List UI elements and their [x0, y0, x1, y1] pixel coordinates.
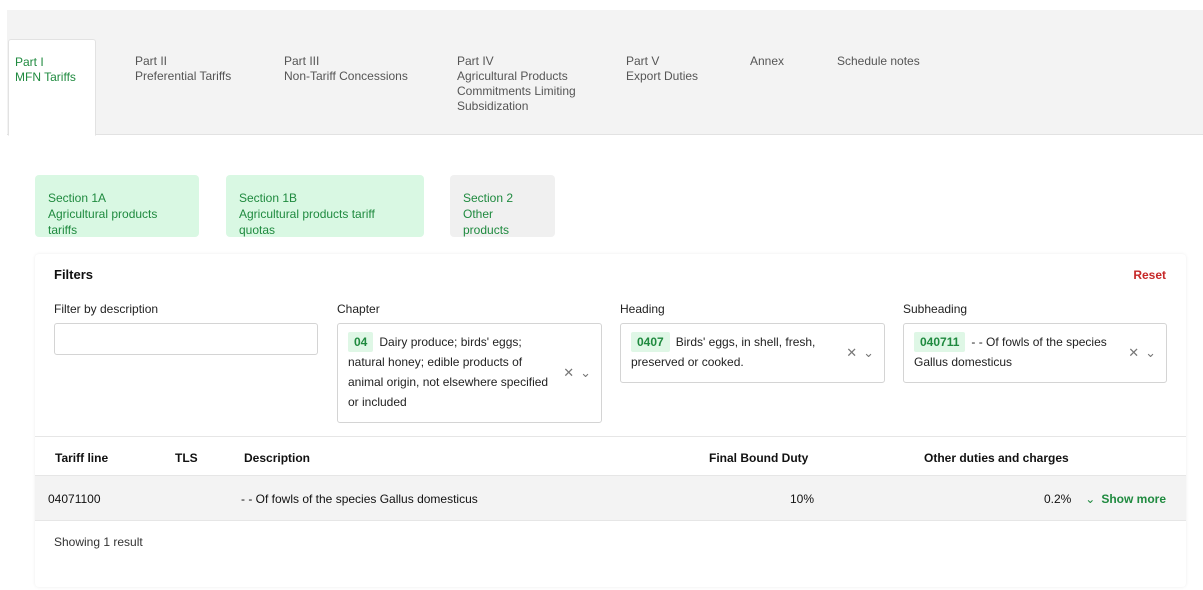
section-label-line2: Agricultural products tariff quotas — [239, 207, 375, 237]
chapter-select[interactable]: 04 Dairy produce; birds' eggs; natural ho… — [337, 323, 602, 423]
tab-label-line2: Preferential Tariffs — [135, 69, 232, 83]
subheading-select[interactable]: 040711- - Of fowls of the species Gallus… — [903, 323, 1167, 383]
section-label-line1: Section 1A — [48, 191, 107, 205]
col-header-final-bound-duty: Final Bound Duty — [709, 451, 809, 465]
tab-label-line1: Annex — [750, 54, 785, 68]
tab-label-line2: MFN Tariffs — [15, 70, 76, 84]
clear-icon[interactable]: ✕ — [1128, 345, 1139, 360]
col-header-description: Description — [244, 451, 311, 465]
section-label-line2: Other products — [463, 207, 510, 237]
tab-part-v[interactable]: Part V Export Duties — [626, 54, 698, 84]
clear-icon[interactable]: ✕ — [846, 345, 857, 360]
section-1a-button[interactable]: Section 1A Agricultural products tariffs — [35, 175, 199, 237]
clear-icon[interactable]: ✕ — [563, 365, 574, 380]
show-more-button[interactable]: ⌄ Show more — [1085, 492, 1166, 506]
tab-part-iv[interactable]: Part IV Agricultural Products Commitment… — [457, 54, 576, 114]
tab-label-line1: Part I — [15, 55, 44, 69]
table-row[interactable]: 04071100 - - Of fowls of the species Gal… — [35, 476, 1186, 521]
section-label-line2: Agricultural products tariffs — [48, 207, 158, 237]
col-header-tariff-line: Tariff line — [55, 451, 109, 465]
description-filter-input[interactable] — [54, 323, 318, 355]
section-2-button[interactable]: Section 2 Other products — [450, 175, 555, 237]
tab-label-line2: Export Duties — [626, 69, 699, 83]
chevron-down-icon[interactable]: ⌄ — [1145, 345, 1156, 360]
chevron-down-icon[interactable]: ⌄ — [863, 345, 874, 360]
reset-button[interactable]: Reset — [1133, 268, 1166, 282]
heading-filter-label: Heading — [620, 302, 665, 316]
col-header-other-duties: Other duties and charges — [924, 451, 1069, 465]
tab-label-line1: Part II — [135, 54, 168, 68]
filters-card: Filters Reset Filter by description Chap… — [35, 254, 1186, 587]
show-more-label: Show more — [1101, 492, 1166, 506]
heading-select-controls: ✕ ⌄ — [840, 343, 874, 363]
section-1b-button[interactable]: Section 1B Agricultural products tariff … — [226, 175, 424, 237]
tab-label-line4: Subsidization — [457, 99, 529, 113]
tab-part-i[interactable]: Part I MFN Tariffs — [8, 39, 96, 136]
chevron-down-icon[interactable]: ⌄ — [580, 365, 591, 380]
cell-final-bound-duty: 10% — [790, 492, 815, 506]
tab-label-line2: Non-Tariff Concessions — [284, 69, 408, 83]
part-tab-bar: Part I MFN Tariffs Part II Preferential … — [7, 10, 1203, 136]
result-count: Showing 1 result — [54, 535, 143, 549]
chapter-code-badge: 04 — [348, 332, 374, 352]
filters-title: Filters — [54, 267, 94, 282]
chapter-selected-text: Dairy produce; birds' eggs; natural hone… — [348, 335, 549, 409]
tariff-schedule-page: Part I MFN Tariffs Part II Preferential … — [0, 0, 1203, 590]
tab-label-line1: Part III — [284, 54, 320, 68]
section-label-line1: Section 2 — [463, 191, 514, 205]
tab-label-line1: Part IV — [457, 54, 494, 68]
chevron-down-icon: ⌄ — [1085, 492, 1096, 506]
subheading-code-badge: 040711 — [914, 332, 966, 352]
chapter-select-controls: ✕ ⌄ — [557, 363, 591, 383]
subheading-select-controls: ✕ ⌄ — [1122, 343, 1156, 363]
heading-select[interactable]: 0407 Birds' eggs, in shell, fresh, preser… — [620, 323, 885, 383]
tab-part-ii[interactable]: Part II Preferential Tariffs — [135, 54, 231, 84]
tab-label-line1: Schedule notes — [837, 54, 920, 68]
cell-description: - - Of fowls of the species Gallus domes… — [241, 492, 478, 506]
subheading-filter-label: Subheading — [903, 302, 968, 316]
cell-tariff-line: 04071100 — [48, 492, 101, 506]
tab-label-line1: Part V — [626, 54, 660, 68]
results-table-header: Tariff line TLS Description Final Bound … — [35, 436, 1186, 476]
heading-code-badge: 0407 — [631, 332, 670, 352]
col-header-tls: TLS — [175, 451, 198, 465]
section-label-line1: Section 1B — [239, 191, 298, 205]
tab-schedule-notes[interactable]: Schedule notes — [837, 54, 920, 69]
tab-annex[interactable]: Annex — [750, 54, 784, 69]
chapter-filter-label: Chapter — [337, 302, 380, 316]
cell-other-duties: 0.2% — [1044, 492, 1072, 506]
tab-part-iii[interactable]: Part III Non-Tariff Concessions — [284, 54, 408, 84]
description-filter-label: Filter by description — [54, 302, 159, 316]
tab-label-line2: Agricultural Products — [457, 69, 568, 83]
tab-label-line3: Commitments Limiting — [457, 84, 576, 98]
